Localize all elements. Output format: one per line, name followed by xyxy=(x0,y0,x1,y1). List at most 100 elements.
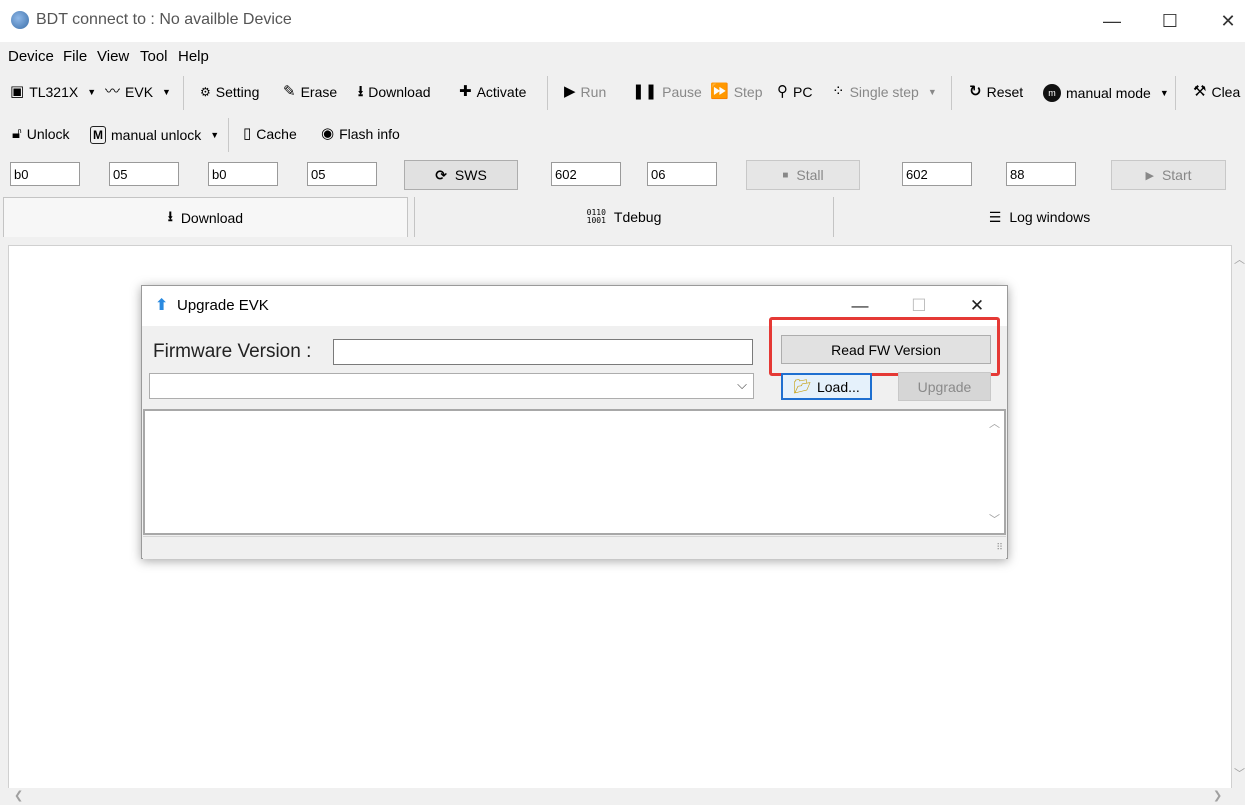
activate-button[interactable]: ✚ Activate xyxy=(459,84,527,101)
toolbar-separator xyxy=(1175,76,1176,110)
run-button[interactable]: ▶ Run xyxy=(564,84,607,101)
reset-button[interactable]: ↻ Reset xyxy=(969,83,1023,101)
pause-icon: ❚❚ xyxy=(632,83,658,100)
register-field-1[interactable] xyxy=(10,162,80,186)
register-field-5[interactable] xyxy=(551,162,621,186)
app-logo-icon xyxy=(11,11,29,29)
pc-label: PC xyxy=(793,84,813,100)
manual-unlock-selector[interactable]: M manual unlock ▼ xyxy=(90,126,219,144)
mode-selector[interactable]: m manual mode ▼ xyxy=(1043,84,1169,102)
chip-selector[interactable]: ▣ TL321X ▼ xyxy=(10,84,96,101)
stop-icon: ■ xyxy=(782,169,789,181)
flash-info-button[interactable]: ◉ Flash info xyxy=(321,126,400,143)
single-step-label: Single step xyxy=(849,84,919,100)
dialog-minimize-button[interactable]: — xyxy=(845,294,875,318)
gear-icon: ⚙ xyxy=(200,85,211,99)
search-icon: ⚲ xyxy=(777,83,788,100)
eraser-icon: ✎ xyxy=(283,83,296,100)
register-field-8[interactable] xyxy=(1006,162,1076,186)
minimize-button[interactable]: — xyxy=(1092,8,1132,34)
close-button[interactable]: ✕ xyxy=(1208,8,1245,34)
toolbar-separator xyxy=(547,76,548,110)
toolbar-separator xyxy=(951,76,952,110)
firmware-file-select[interactable]: ⌵ xyxy=(149,373,754,399)
start-button[interactable]: ▶ Start xyxy=(1111,160,1226,190)
download-label: Download xyxy=(368,84,431,100)
activate-label: Activate xyxy=(476,84,527,100)
refresh-icon: ⟳ xyxy=(435,166,447,183)
waveform-icon: 〰 xyxy=(105,83,121,100)
sws-button[interactable]: ⟳ SWS xyxy=(404,160,518,190)
menu-tool[interactable]: Tool xyxy=(140,48,168,65)
tab-download[interactable]: ⭳ Download xyxy=(3,197,408,237)
cache-label: Cache xyxy=(256,126,297,142)
scroll-left-icon[interactable]: ❮ xyxy=(14,789,23,802)
single-step-button[interactable]: ⁘ Single step ▼ xyxy=(832,84,937,101)
upgrade-button[interactable]: Upgrade xyxy=(898,372,991,401)
setting-button[interactable]: ⚙ Setting xyxy=(200,84,259,100)
download-button[interactable]: ⭳ Download xyxy=(358,83,431,101)
resize-grip-icon[interactable]: ⠿ xyxy=(996,542,1003,553)
board-selector[interactable]: 〰 EVK ▼ xyxy=(105,83,171,101)
menu-help[interactable]: Help xyxy=(178,48,209,65)
folder-icon: 📂︎ xyxy=(793,378,811,394)
horizontal-scrollbar[interactable]: ❮ ❯ xyxy=(8,788,1232,805)
clear-button[interactable]: ⚒ Clea xyxy=(1193,84,1241,101)
unlock-icon: 🔓︎ xyxy=(12,125,22,142)
chevron-down-icon: ▼ xyxy=(1159,88,1169,98)
register-field-6[interactable] xyxy=(647,162,717,186)
stall-button[interactable]: ■ Stall xyxy=(746,160,860,190)
step-button[interactable]: ⏩ Step xyxy=(710,83,763,101)
flash-info-label: Flash info xyxy=(339,126,400,142)
stall-label: Stall xyxy=(796,167,824,183)
tab-tdebug[interactable]: 0110 1001 Tdebug xyxy=(414,197,834,237)
dialog-close-button[interactable]: ✕ xyxy=(962,294,992,318)
dialog-status-bar: ⠿ xyxy=(143,536,1006,559)
pause-button[interactable]: ❚❚ Pause xyxy=(632,83,702,101)
scroll-down-icon[interactable]: ﹀ xyxy=(989,511,1000,527)
chevron-down-icon: ▼ xyxy=(162,87,171,97)
unlock-button[interactable]: 🔓︎ Unlock xyxy=(12,125,70,143)
step-icon: ⏩ xyxy=(710,83,729,100)
start-label: Start xyxy=(1161,167,1192,183)
clear-label: Clea xyxy=(1211,84,1241,100)
menu-view[interactable]: View xyxy=(97,48,129,65)
title-bar: BDT connect to : No availble Device — ☐ … xyxy=(0,0,1245,42)
manual-unlock-icon: M xyxy=(90,126,106,144)
highlight-box xyxy=(769,317,1000,376)
vertical-scrollbar[interactable]: ︿ ﹀ xyxy=(1232,245,1245,790)
load-button[interactable]: 📂︎ Load... xyxy=(781,373,872,400)
tab-log-windows[interactable]: ☰ Log windows xyxy=(834,197,1245,237)
register-field-4[interactable] xyxy=(307,162,377,186)
firmware-version-field[interactable] xyxy=(333,339,753,365)
cache-button[interactable]: ▯ Cache xyxy=(243,126,297,143)
dialog-maximize-button[interactable]: ☐ xyxy=(904,294,934,318)
scroll-up-icon[interactable]: ︿ xyxy=(1234,251,1245,267)
register-field-2[interactable] xyxy=(109,162,179,186)
scroll-right-icon[interactable]: ❯ xyxy=(1213,789,1222,802)
chip-label: TL321X xyxy=(29,84,79,100)
window-title: BDT connect to : No availble Device xyxy=(36,11,292,28)
firmware-version-label: Firmware Version : xyxy=(153,341,312,362)
board-label: EVK xyxy=(125,84,154,100)
scroll-down-icon[interactable]: ﹀ xyxy=(1234,765,1245,781)
list-icon: ☰ xyxy=(988,208,1002,225)
toolbar-separator xyxy=(228,118,229,152)
step-label: Step xyxy=(733,84,763,100)
mode-label: manual mode xyxy=(1066,85,1151,101)
pc-button[interactable]: ⚲ PC xyxy=(777,83,813,101)
menu-device[interactable]: Device xyxy=(8,48,54,65)
scroll-up-icon[interactable]: ︿ xyxy=(989,415,1000,431)
tab-download-label: Download xyxy=(180,209,244,226)
tab-tdebug-label: Tdebug xyxy=(613,209,662,225)
toolbar-separator xyxy=(183,76,184,110)
register-field-3[interactable] xyxy=(208,162,278,186)
dialog-log-area[interactable]: ︿ ﹀ xyxy=(143,409,1006,535)
run-label: Run xyxy=(580,84,607,100)
maximize-button[interactable]: ☐ xyxy=(1150,8,1190,34)
menu-file[interactable]: File xyxy=(63,48,87,65)
download-arrow-icon: ⭳ xyxy=(358,83,364,100)
erase-button[interactable]: ✎ Erase xyxy=(283,83,337,101)
register-field-7[interactable] xyxy=(902,162,972,186)
refresh-icon: ↻ xyxy=(969,83,982,100)
